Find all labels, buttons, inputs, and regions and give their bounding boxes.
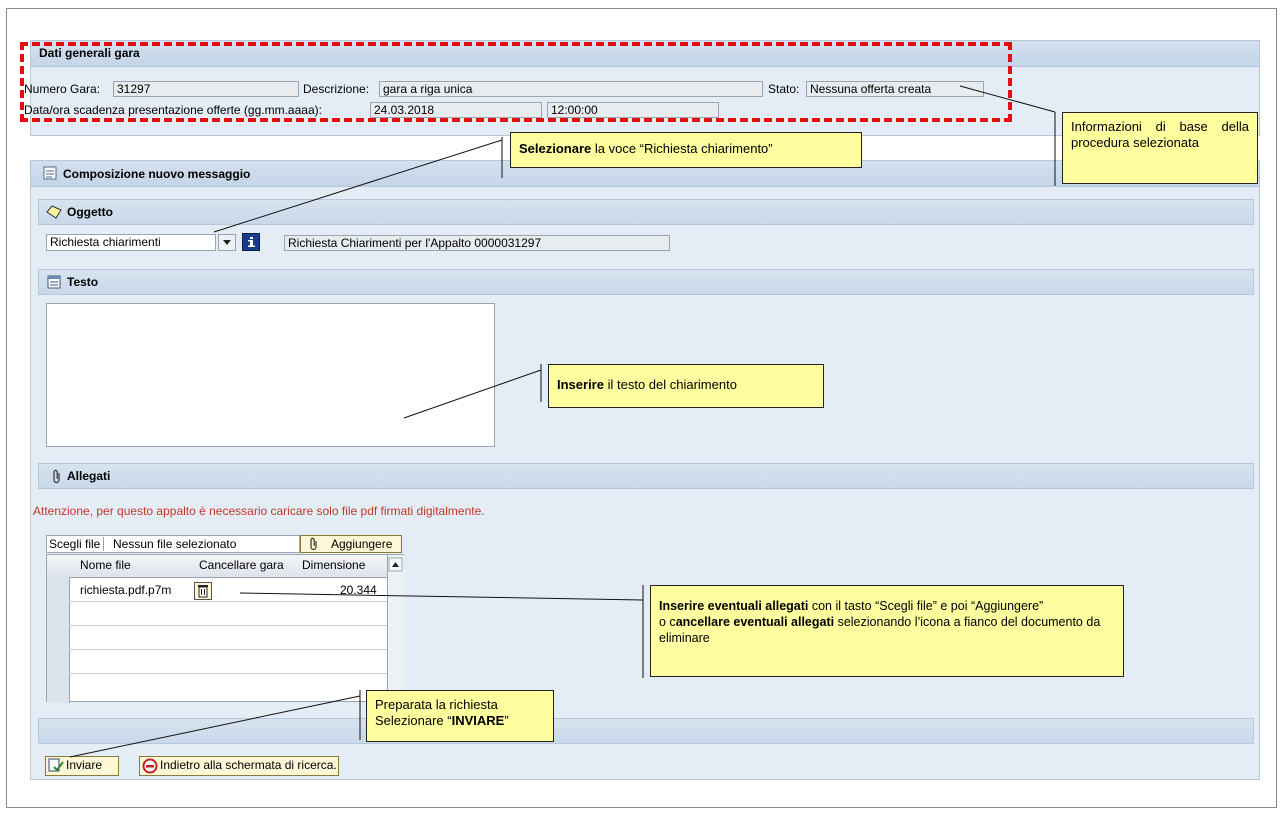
table-row [69,649,387,674]
back-to-search-button[interactable]: Indietro alla schermata di ricerca. [139,756,339,776]
pdf-warning-text: Attenzione, per questo appalto è necessa… [33,504,485,518]
row-selector-column [47,577,70,703]
add-attachment-label: Aggiungere [331,537,393,551]
send-label: Inviare [66,758,103,772]
allegati-section-header: Allegati [38,463,1254,489]
choose-file-button[interactable]: Scegli file [49,537,105,551]
oggetto-select[interactable]: Richiesta chiarimenti [46,234,216,251]
callout-select-bold: Selezionare [519,141,592,156]
callout-attach-text1: con il tasto “Scegli file” e poi “Aggiun… [808,599,1044,613]
info-icon [248,237,255,247]
callout-info-base-text: Informazioni di base della procedura sel… [1071,119,1249,150]
add-attachment-button[interactable]: Aggiungere [300,535,402,553]
tag-icon [46,205,62,219]
callout-info-base: Informazioni di base della procedura sel… [1062,112,1258,184]
table-row [69,601,387,626]
callout-attach-o: o c [659,615,676,629]
callout-send-line1: Preparata la richiesta [375,697,498,712]
callout-select-oggetto: Selezionare la voce “Richiesta chiarimen… [510,132,862,168]
file-name-cell: richiesta.pdf.p7m [80,583,172,597]
send-button[interactable]: Inviare [45,756,119,776]
actions-bar [38,718,1254,744]
callout-attach-line2: o cancellare eventuali allegati selezion… [659,614,1115,646]
callout-send: Preparata la richiesta Selezionare “INVI… [366,690,554,742]
document-icon [43,166,57,180]
callout-attach-line1: Inserire eventuali allegati con il tasto… [659,598,1115,614]
info-button[interactable] [242,233,260,251]
chevron-down-icon [223,240,231,245]
scroll-up-icon[interactable] [388,557,404,573]
column-header-name: Nome file [80,558,131,572]
callout-insert-text: Inserire il testo del chiarimento [548,364,824,408]
dropdown-button[interactable] [218,234,236,251]
callout-attachments: Inserire eventuali allegati con il tasto… [650,585,1124,677]
general-info-highlight [20,42,1012,122]
trash-icon [198,585,208,598]
delete-attachment-button[interactable] [194,582,212,600]
column-header-delete: Cancellare gara [199,558,284,572]
choose-file-control[interactable]: Scegli file Nessun file selezionato [46,535,300,553]
callout-insert-text-rest: il testo del chiarimento [603,377,737,392]
callout-send-line2: Selezionare “INVIARE” [375,713,545,729]
callout-send-post: ” [504,713,509,728]
oggetto-title: Oggetto [67,205,113,219]
testo-section-header: Testo [38,269,1254,295]
column-header-size: Dimensione [302,558,366,572]
testo-textarea[interactable] [46,303,495,447]
allegati-title: Allegati [67,469,111,483]
paperclip-icon [310,537,317,551]
oggetto-section-header: Oggetto [38,199,1254,225]
vertical-scrollbar[interactable] [387,555,404,701]
table-row [69,625,387,650]
callout-insert-bold: Inserire [557,377,604,392]
compose-title-text: Composizione nuovo messaggio [63,167,251,181]
attachments-table [46,554,404,703]
callout-send-pre: Selezionare “ [375,713,452,728]
oggetto-select-value: Richiesta chiarimenti [50,235,161,249]
oggetto-text-field: Richiesta Chiarimenti per l'Appalto 0000… [284,235,670,251]
testo-title: Testo [67,275,99,289]
file-size-cell: 20.344 [340,583,377,597]
callout-select-text: la voce “Richiesta chiarimento” [591,141,773,156]
text-document-icon [47,275,61,289]
send-icon [48,758,64,772]
stop-icon [142,758,158,774]
callout-attach-bold2: ancellare eventuali allegati [675,615,835,629]
paperclip-icon [53,469,60,484]
no-file-text: Nessun file selezionato [113,537,237,551]
callout-attach-bold1: Inserire eventuali allegati [659,599,809,613]
callout-send-bold: INVIARE [451,713,505,728]
table-row [69,673,387,697]
back-to-search-label: Indietro alla schermata di ricerca. [160,758,337,772]
